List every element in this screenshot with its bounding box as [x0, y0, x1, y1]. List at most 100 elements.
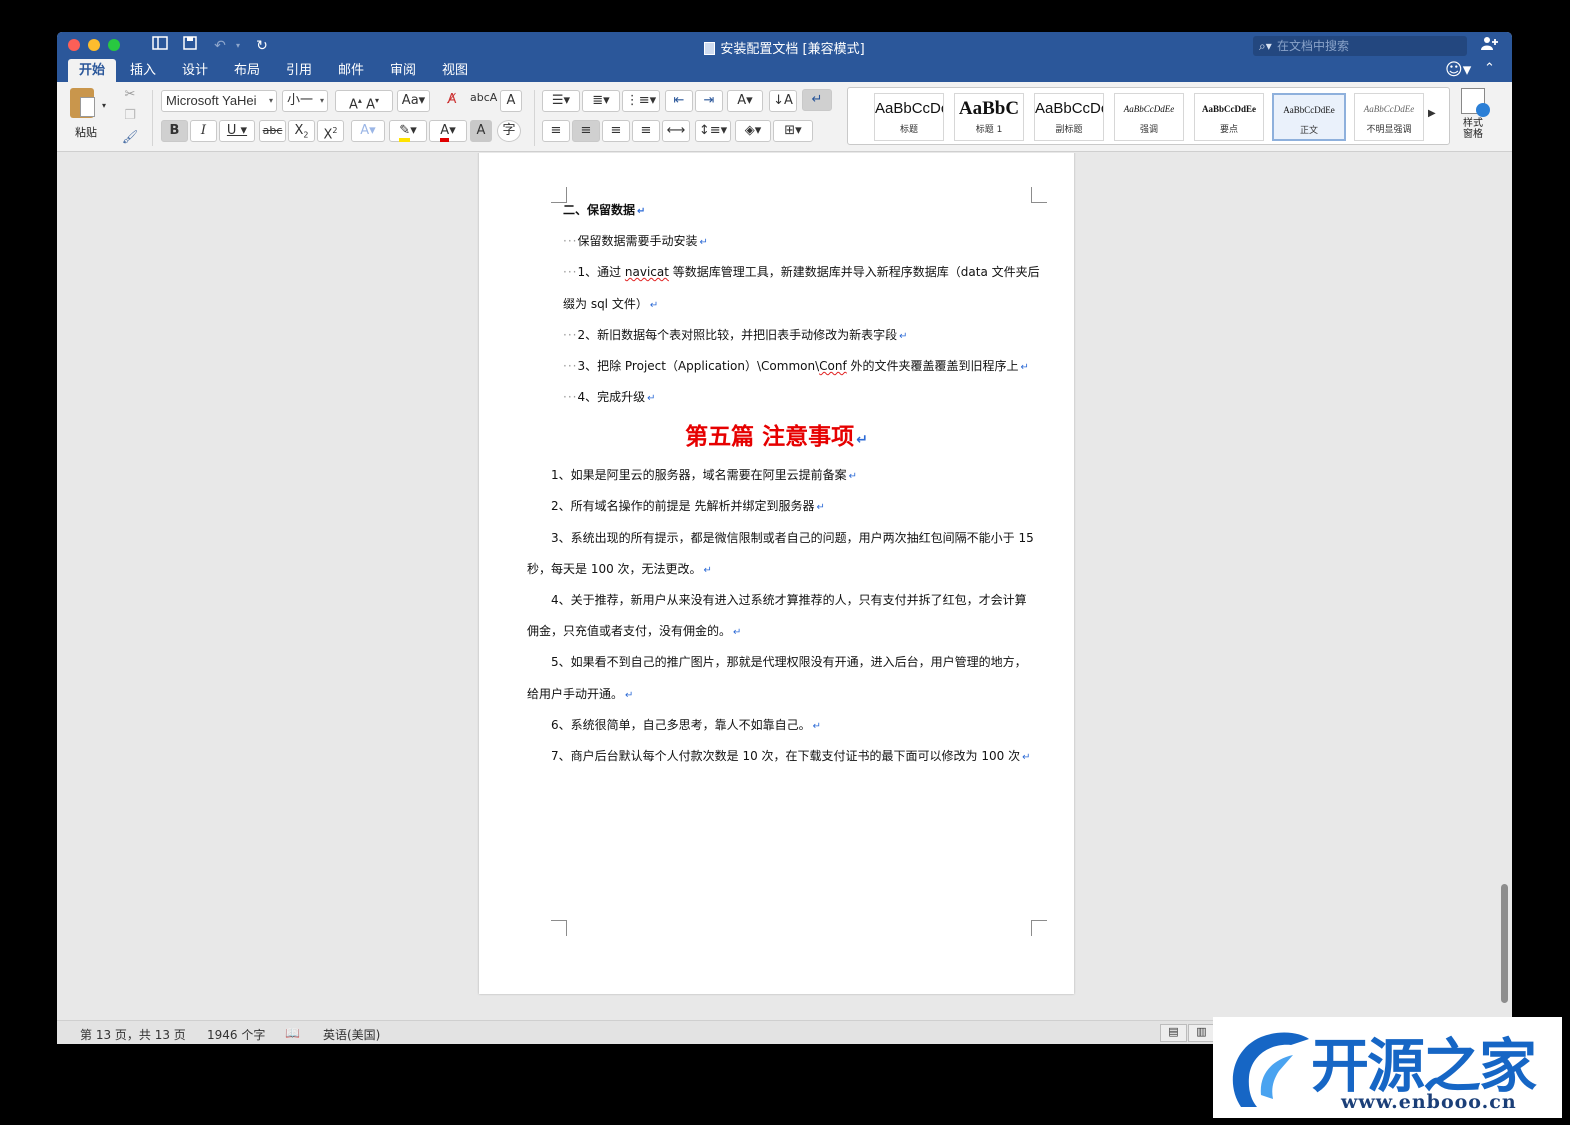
sort-button[interactable]: ↓A [769, 90, 797, 112]
line-spacing-button[interactable]: ↕≡▾ [695, 120, 731, 142]
search-icon: ⌕▾ [1259, 39, 1272, 53]
page-margin-corner [1031, 187, 1047, 203]
note-line: 1、如果是阿里云的服务器，域名需要在阿里云提前备案 ↵ [551, 468, 858, 482]
increase-indent-button[interactable]: ⇥ [695, 90, 723, 112]
font-color-button[interactable]: A▾ [429, 120, 467, 142]
note-line-continued: 佣金，只充值或者支付，没有佣金的。 ↵ [527, 624, 742, 638]
bold-button[interactable]: B [161, 120, 188, 142]
style-title[interactable]: AaBbCcDc 标题 [874, 93, 944, 141]
step-1-continued: 缀为 sql 文件） ↵ [563, 297, 659, 311]
search-input[interactable]: ⌕▾ 在文档中搜索 [1253, 36, 1467, 56]
tab-home[interactable]: 开始 [68, 59, 116, 82]
ribbon-tab-bar: 开始 插入 设计 布局 引用 邮件 审阅 视图 ☺▾ ⌃ [57, 59, 1512, 82]
page-count[interactable]: 第 13 页，共 13 页 [80, 1026, 186, 1043]
show-formatting-marks-button[interactable]: ↵ [802, 89, 832, 111]
paste-icon[interactable] [70, 88, 95, 118]
section-heading: 二、保留数据 ↵ [563, 203, 646, 217]
step-3-line: ···3、把除 Project（Application）\Common\Conf… [563, 359, 1029, 373]
font-grow-shrink-group[interactable]: A▴ A▾ [335, 90, 393, 112]
styles-pane-icon [1461, 88, 1490, 117]
ribbon-separator [534, 90, 535, 146]
format-painter-icon[interactable]: 🖌 [120, 128, 140, 150]
justify-button[interactable]: ≡ [632, 120, 660, 142]
brand-logo-icon [1232, 1032, 1309, 1107]
style-emphasis[interactable]: AaBbCcDdEe 强调 [1114, 93, 1184, 141]
tab-layout[interactable]: 布局 [226, 59, 268, 82]
proofing-icon[interactable]: 📖 [285, 1026, 300, 1040]
shading-button[interactable]: ◈▾ [735, 120, 771, 142]
collapse-ribbon-icon[interactable]: ⌃ [1484, 61, 1495, 76]
word-count[interactable]: 1946 个字 [207, 1026, 265, 1043]
font-size-select[interactable]: 小一 ▾ [282, 90, 328, 112]
document-page[interactable]: 二、保留数据 ↵ ···保留数据需要手动安装 ↵ ···1、通过 navicat 等… [479, 153, 1074, 994]
step-2-line: ···2、新旧数据每个表对照比较，并把旧表手动修改为新表字段 ↵ [563, 328, 908, 342]
note-line: 2、所有域名操作的前提是 先解析并绑定到服务器 ↵ [551, 499, 825, 513]
note-line: 7、商户后台默认每个人付款次数是 10 次，在下载支付证书的最下面可以修改为 1… [551, 749, 1031, 763]
italic-button[interactable]: I [190, 120, 217, 142]
font-color-icon: A [440, 123, 450, 142]
language-indicator[interactable]: 英语(美国) [323, 1026, 380, 1043]
tab-review[interactable]: 审阅 [382, 59, 424, 82]
styles-gallery: AaBbCcDc 标题 AaBbC 标题 1 AaBbCcDc 副标题 AaBb… [847, 87, 1450, 145]
subscript-button[interactable]: X2 [288, 120, 315, 142]
align-center-button[interactable]: ≡ [572, 120, 600, 142]
decrease-indent-button[interactable]: ⇤ [665, 90, 693, 112]
distributed-button[interactable]: ⟷ [662, 120, 690, 142]
font-name-select[interactable]: Microsoft YaHei ▾ [161, 90, 277, 112]
copy-icon[interactable]: ❐ [120, 106, 140, 128]
phonetic-guide-icon[interactable]: abcA [470, 88, 497, 110]
style-subtitle[interactable]: AaBbCcDc 副标题 [1034, 93, 1104, 141]
style-normal[interactable]: AaBbCcDdEe 正文 [1272, 93, 1346, 141]
style-strong[interactable]: AaBbCcDdEe 要点 [1194, 93, 1264, 141]
note-line: 3、系统出现的所有提示，都是微信限制或者自己的问题，用户两次抽红包间隔不能小于 … [551, 531, 1034, 545]
align-left-button[interactable]: ≡ [542, 120, 570, 142]
site-watermark: 开源之家 www.enbooo.cn [1213, 1017, 1562, 1118]
ribbon-separator [152, 90, 153, 146]
underline-button[interactable]: U ▾ [219, 120, 255, 142]
strikethrough-button[interactable]: abc [259, 120, 286, 142]
styles-pane-button[interactable]: 样式 窗格 [1455, 88, 1491, 140]
tab-view[interactable]: 视图 [434, 59, 476, 82]
align-right-button[interactable]: ≡ [602, 120, 630, 142]
tab-design[interactable]: 设计 [174, 59, 216, 82]
tab-references[interactable]: 引用 [278, 59, 320, 82]
style-heading-1[interactable]: AaBbC 标题 1 [954, 93, 1024, 141]
vertical-scrollbar[interactable] [1501, 884, 1508, 1003]
highlight-color-button[interactable]: ✎▾ [389, 120, 427, 142]
share-icon[interactable] [1481, 36, 1499, 54]
page-margin-corner [551, 920, 567, 936]
watermark-url: www.enbooo.cn [1341, 1091, 1517, 1113]
print-layout-view-icon[interactable]: ▤ [1160, 1024, 1187, 1042]
asian-layout-button[interactable]: A▾ [727, 90, 763, 112]
style-subtle-emphasis[interactable]: AaBbCcDdEe 不明显强调 [1354, 93, 1424, 141]
step-4-line: ···4、完成升级 ↵ [563, 390, 656, 404]
paste-label[interactable]: 粘贴 [75, 124, 97, 140]
borders-button[interactable]: ⊞▾ [773, 120, 813, 142]
paste-dropdown-icon[interactable]: ▾ [99, 96, 109, 118]
enclose-characters-icon[interactable]: 字 [497, 120, 521, 142]
note-line: 5、如果看不到自己的推广图片，那就是代理权限没有开通，进入后台，用户管理的地方， [551, 655, 1027, 669]
tab-insert[interactable]: 插入 [122, 59, 164, 82]
character-shading-icon[interactable]: A [470, 120, 492, 142]
chevron-down-icon: ▾ [268, 96, 273, 105]
note-line: 4、关于推荐，新用户从来没有进入过系统才算推荐的人，只有支付并拆了红包，才会计算 [551, 593, 1027, 607]
document-icon [704, 42, 716, 55]
title-bar: ↶ ▾ ↻ 安装配置文档 [兼容模式] ⌕▾ 在文档中搜索 [57, 32, 1512, 59]
chapter-title: 第五篇 注意事项 ↵ [685, 424, 868, 450]
multilevel-list-button[interactable]: ⋮≡▾ [622, 90, 660, 112]
change-case-icon[interactable]: Aa▾ [397, 90, 430, 112]
feedback-smiley-icon[interactable]: ☺▾ [1445, 60, 1471, 80]
superscript-button[interactable]: X2 [317, 120, 344, 142]
clear-formatting-icon[interactable]: A̸ [440, 90, 464, 112]
bullets-button[interactable]: ☰▾ [542, 90, 580, 112]
tab-mailings[interactable]: 邮件 [330, 59, 372, 82]
character-border-icon[interactable]: A [500, 90, 522, 112]
web-layout-view-icon[interactable]: ▥ [1188, 1024, 1215, 1042]
note-line-continued: 给用户手动开通。 ↵ [527, 687, 634, 701]
text-effects-button[interactable]: A▾ [351, 120, 385, 142]
gallery-next-icon[interactable]: ▶ [1428, 108, 1436, 119]
numbering-button[interactable]: ≣▾ [582, 90, 620, 112]
ribbon-home: ▾ 粘贴 ✂ ❐ 🖌 Microsoft YaHei ▾ 小一 ▾ A▴ A▾ Aa… [57, 82, 1512, 152]
document-area[interactable]: 二、保留数据 ↵ ···保留数据需要手动安装 ↵ ···1、通过 navicat 等… [57, 153, 1512, 1007]
cut-icon[interactable]: ✂ [120, 85, 140, 107]
